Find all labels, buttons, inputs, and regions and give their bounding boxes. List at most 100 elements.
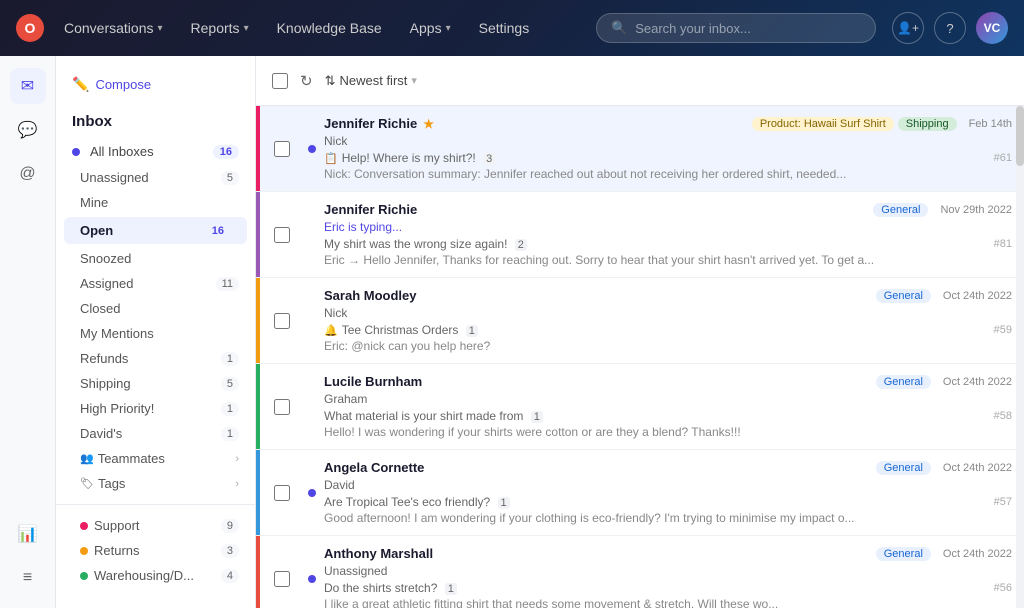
conversation-checkbox[interactable] bbox=[274, 141, 290, 157]
message-count: 3 bbox=[483, 153, 495, 165]
sidebar-label-returns[interactable]: Returns 3 bbox=[56, 538, 255, 563]
support-label-dot bbox=[80, 522, 88, 530]
sidebar-item-my-mentions[interactable]: My Mentions bbox=[56, 321, 255, 346]
conversation-item[interactable]: Anthony Marshall General Oct 24th 2022 U… bbox=[256, 536, 1024, 608]
conversation-content: Anthony Marshall General Oct 24th 2022 U… bbox=[320, 536, 1024, 608]
conversation-item[interactable]: Lucile Burnham General Oct 24th 2022 Gra… bbox=[256, 364, 1024, 450]
conversation-item[interactable]: Sarah Moodley General Oct 24th 2022 Nick… bbox=[256, 278, 1024, 364]
conversation-preview-text: Eric → Hello Jennifer, Thanks for reachi… bbox=[324, 253, 1012, 267]
nav-conversations[interactable]: Conversations ▾ bbox=[52, 14, 175, 42]
preview-icon: 📋 bbox=[324, 152, 338, 165]
conversation-checkbox[interactable] bbox=[274, 571, 290, 587]
select-all-checkbox[interactable] bbox=[272, 73, 288, 89]
conversation-preview-text: I like a great athletic fitting shirt th… bbox=[324, 597, 1012, 608]
nav-settings[interactable]: Settings bbox=[467, 14, 542, 42]
conversation-id: #57 bbox=[994, 496, 1012, 508]
message-count: 2 bbox=[515, 239, 527, 251]
tag-general: General bbox=[876, 547, 931, 561]
sidebar-icon-chat[interactable]: 💬 bbox=[10, 112, 46, 148]
nav-reports[interactable]: Reports ▾ bbox=[179, 14, 261, 42]
conversation-scroll-area[interactable]: Jennifer Richie ★ Product: Hawaii Surf S… bbox=[256, 106, 1024, 608]
conversation-preview-text: Nick: Conversation summary: Jennifer rea… bbox=[324, 167, 1012, 181]
nav-icon-group: 👤+ ? VC bbox=[892, 12, 1008, 44]
scrollbar-track bbox=[1016, 106, 1024, 608]
sidebar-label-support[interactable]: Support 9 bbox=[56, 513, 255, 538]
sidebar-item-high-priority[interactable]: High Priority! 1 bbox=[56, 396, 255, 421]
sidebar-item-davids[interactable]: David's 1 bbox=[56, 421, 255, 446]
sender-name: Jennifer Richie ★ bbox=[324, 116, 434, 131]
add-user-button[interactable]: 👤+ bbox=[892, 12, 924, 44]
checkbox-area bbox=[260, 278, 304, 363]
sidebar-icon-settings2[interactable]: ≡ bbox=[10, 560, 46, 596]
logo[interactable]: O bbox=[16, 14, 44, 42]
sidebar-label-warehousing[interactable]: Warehousing/D... 4 bbox=[56, 563, 255, 588]
tag-general: General bbox=[873, 203, 928, 217]
sidebar-item-tags[interactable]: 🏷 Tags › bbox=[56, 471, 255, 496]
agent-typing: Eric is typing... bbox=[324, 220, 1012, 234]
conversation-id: #56 bbox=[994, 582, 1012, 594]
sender-name: Anthony Marshall bbox=[324, 546, 433, 561]
sidebar-item-open[interactable]: Open 16 bbox=[64, 217, 247, 244]
sidebar-item-shipping[interactable]: Shipping 5 bbox=[56, 371, 255, 396]
search-icon: 🔍 bbox=[611, 20, 627, 36]
sidebar-icon-reports[interactable]: 📊 bbox=[10, 516, 46, 552]
conversation-preview-text: Eric: @nick can you help here? bbox=[324, 339, 1012, 353]
message-count: 1 bbox=[445, 583, 457, 595]
sidebar-item-mine[interactable]: Mine bbox=[56, 190, 255, 215]
scrollbar-thumb[interactable] bbox=[1016, 106, 1024, 166]
avatar[interactable]: VC bbox=[976, 12, 1008, 44]
conversation-header: Lucile Burnham General Oct 24th 2022 bbox=[324, 374, 1012, 389]
sidebar-item-closed[interactable]: Closed bbox=[56, 296, 255, 321]
tag-general: General bbox=[876, 461, 931, 475]
checkbox-area bbox=[260, 450, 304, 535]
conversation-preview-text: Good afternoon! I am wondering if your c… bbox=[324, 511, 1012, 525]
agent-label: Nick bbox=[324, 306, 1012, 320]
checkbox-area bbox=[260, 364, 304, 449]
checkbox-area bbox=[260, 192, 304, 277]
conversation-date: Oct 24th 2022 bbox=[943, 462, 1012, 474]
tag-general: General bbox=[876, 375, 931, 389]
conversation-date: Oct 24th 2022 bbox=[943, 548, 1012, 560]
conversation-checkbox[interactable] bbox=[274, 313, 290, 329]
chevron-icon: ▾ bbox=[446, 23, 451, 34]
nav-apps[interactable]: Apps ▾ bbox=[398, 14, 463, 42]
chevron-icon: ▾ bbox=[158, 23, 163, 34]
sidebar-icon-mentions[interactable]: @ bbox=[10, 156, 46, 192]
sidebar-item-unassigned[interactable]: Unassigned 5 bbox=[56, 165, 255, 190]
sidebar-item-teammates[interactable]: 👥 Teammates › bbox=[56, 446, 255, 471]
conversation-item[interactable]: Angela Cornette General Oct 24th 2022 Da… bbox=[256, 450, 1024, 536]
sidebar-icon-inbox[interactable]: ✉ bbox=[10, 68, 46, 104]
conversation-item[interactable]: Jennifer Richie ★ Product: Hawaii Surf S… bbox=[256, 106, 1024, 192]
refresh-button[interactable]: ↻ bbox=[300, 72, 313, 90]
conversation-checkbox[interactable] bbox=[274, 485, 290, 501]
sender-name: Sarah Moodley bbox=[324, 288, 416, 303]
compose-button[interactable]: ✏️ Compose bbox=[56, 68, 255, 101]
icon-sidebar: ✉ 💬 @ 📊 ≡ bbox=[0, 56, 56, 608]
conversation-header: Angela Cornette General Oct 24th 2022 bbox=[324, 460, 1012, 475]
agent-label: Nick bbox=[324, 134, 1012, 148]
conversation-id: #81 bbox=[994, 238, 1012, 250]
conversation-id: #59 bbox=[994, 324, 1012, 336]
help-button[interactable]: ? bbox=[934, 12, 966, 44]
conversation-toolbar: ↻ ⇅ Newest first ▾ bbox=[256, 56, 1024, 106]
tag-shipping: Shipping bbox=[898, 117, 957, 131]
left-sidebar: ✏️ Compose Inbox All Inboxes 16 Unassign… bbox=[56, 56, 256, 608]
sidebar-item-snoozed[interactable]: Snoozed bbox=[56, 246, 255, 271]
conversation-checkbox[interactable] bbox=[274, 227, 290, 243]
conversation-checkbox[interactable] bbox=[274, 399, 290, 415]
sidebar-item-assigned[interactable]: Assigned 11 bbox=[56, 271, 255, 296]
tag-product: Product: Hawaii Surf Shirt bbox=[752, 117, 894, 131]
search-bar[interactable]: 🔍 bbox=[596, 13, 876, 43]
sort-icon: ⇅ bbox=[325, 73, 336, 89]
agent-label: Graham bbox=[324, 392, 1012, 406]
search-input[interactable] bbox=[635, 21, 861, 36]
sidebar-item-refunds[interactable]: Refunds 1 bbox=[56, 346, 255, 371]
sort-button[interactable]: ⇅ Newest first ▾ bbox=[325, 73, 417, 89]
conversation-header: Jennifer Richie General Nov 29th 2022 bbox=[324, 202, 1012, 217]
nav-knowledge-base[interactable]: Knowledge Base bbox=[265, 14, 394, 42]
sidebar-item-all-inboxes[interactable]: All Inboxes 16 bbox=[56, 138, 255, 165]
conversation-date: Oct 24th 2022 bbox=[943, 290, 1012, 302]
conversation-item[interactable]: Jennifer Richie General Nov 29th 2022 Er… bbox=[256, 192, 1024, 278]
star-icon[interactable]: ★ bbox=[423, 117, 434, 131]
conversation-id: #58 bbox=[994, 410, 1012, 422]
